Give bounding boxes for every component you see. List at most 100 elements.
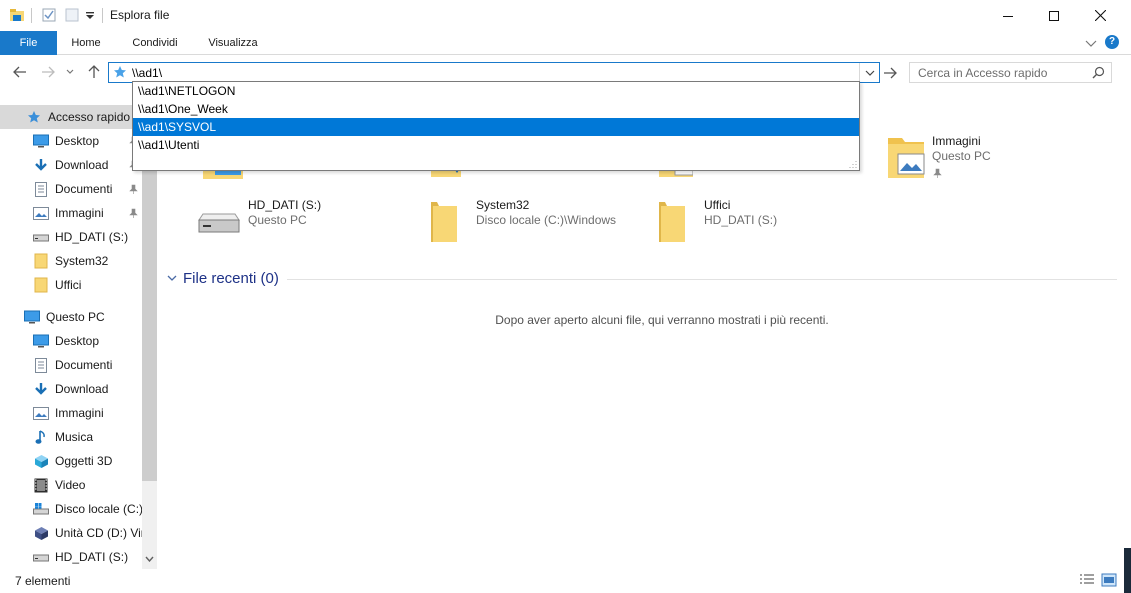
sidebar-item-pc-music[interactable]: Musica — [0, 425, 142, 449]
sidebar-item-label: Immagini — [55, 406, 104, 420]
back-button[interactable] — [10, 62, 30, 82]
tab-share[interactable]: Condividi — [124, 31, 186, 55]
sidebar-item-label: Desktop — [55, 334, 100, 348]
resize-grip-icon[interactable] — [849, 160, 857, 168]
pin-icon[interactable] — [129, 207, 138, 221]
forward-button[interactable] — [38, 62, 58, 82]
drive-icon — [33, 549, 49, 565]
sidebar-item-desktop[interactable]: Desktop — [0, 129, 142, 153]
desktop-edge — [1124, 548, 1131, 593]
close-button[interactable] — [1077, 0, 1123, 31]
desktop-icon — [33, 333, 49, 349]
cube-3d-icon — [33, 453, 49, 469]
recent-files-header[interactable]: File recenti (0) — [167, 270, 279, 287]
tile-system32[interactable]: System32 Disco locale (C:)\Windows — [427, 198, 647, 254]
go-arrow-icon — [884, 67, 897, 79]
search-icon[interactable] — [1092, 66, 1105, 82]
chevron-down-icon — [66, 69, 74, 74]
new-folder-icon[interactable] — [64, 7, 80, 26]
folder-icon — [33, 253, 49, 269]
sidebar-scrollbar[interactable] — [142, 105, 157, 569]
sidebar-item-label: HD_DATI (S:) — [55, 230, 129, 244]
suggestion-item[interactable]: \\ad1\One_Week — [133, 100, 859, 118]
sidebar-item-pc-hd-dati[interactable]: HD_DATI (S:) — [0, 545, 142, 569]
pictures-icon — [33, 205, 49, 221]
star-icon — [113, 65, 127, 82]
sidebar-item-pc-download[interactable]: Download — [0, 377, 142, 401]
sidebar-item-quick-access[interactable]: Accesso rapido — [0, 105, 142, 129]
sidebar-item-pc-desktop[interactable]: Desktop — [0, 329, 142, 353]
sidebar-item-hd-dati[interactable]: HD_DATI (S:) — [0, 225, 142, 249]
sidebar-item-label: Video — [55, 478, 86, 492]
chevron-down-icon — [167, 275, 177, 281]
sidebar-item-label: Unità CD (D:) Vir — [55, 526, 142, 540]
up-button[interactable] — [84, 62, 104, 82]
help-icon[interactable]: ? — [1105, 35, 1119, 49]
go-button[interactable] — [882, 65, 898, 81]
address-suggestions: \\ad1\NETLOGON \\ad1\One_Week \\ad1\SYSV… — [132, 81, 860, 171]
toolbar-divider — [31, 8, 32, 23]
download-icon — [33, 381, 49, 397]
maximize-button[interactable] — [1031, 0, 1077, 31]
sidebar-item-pc-local-disk[interactable]: Disco locale (C:) — [0, 497, 142, 521]
sidebar-item-label: Immagini — [55, 206, 104, 220]
sidebar-item-label: System32 — [55, 254, 109, 268]
sidebar-item-pc-video[interactable]: Video — [0, 473, 142, 497]
music-icon — [33, 429, 49, 445]
tile-uffici[interactable]: Uffici HD_DATI (S:) — [655, 198, 875, 254]
address-bar[interactable] — [108, 62, 880, 83]
scroll-down-icon[interactable] — [145, 551, 154, 565]
address-input[interactable] — [132, 63, 852, 82]
sidebar-item-documents[interactable]: Documenti — [0, 177, 142, 201]
sidebar-item-label: Musica — [55, 430, 94, 444]
properties-icon[interactable] — [41, 7, 57, 26]
customize-toolbar-icon[interactable] — [85, 10, 95, 24]
tile-pictures[interactable]: Immagini Questo PC — [886, 134, 1106, 190]
tab-home[interactable]: Home — [63, 31, 109, 55]
empty-recent-message: Dopo aver aperto alcuni file, qui verran… — [495, 313, 829, 327]
computer-icon — [24, 309, 40, 325]
sidebar-item-this-pc[interactable]: Questo PC — [0, 305, 142, 329]
file-explorer-icon — [9, 7, 25, 26]
recent-locations-button[interactable] — [63, 62, 77, 82]
suggestion-item[interactable]: \\ad1\Utenti — [133, 136, 859, 154]
tab-file[interactable]: File — [0, 31, 57, 55]
expand-ribbon-icon[interactable] — [1085, 37, 1097, 51]
large-icons-view-icon[interactable] — [1101, 573, 1117, 587]
search-box[interactable] — [909, 62, 1112, 83]
folder-icon — [431, 202, 457, 242]
tile-hd-dati[interactable]: HD_DATI (S:) Questo PC — [195, 198, 415, 254]
pin-icon[interactable] — [129, 183, 138, 197]
sidebar-item-label: Download — [55, 158, 109, 172]
sidebar-item-download[interactable]: Download — [0, 153, 142, 177]
drive-icon — [198, 213, 240, 233]
address-history-button[interactable] — [859, 63, 879, 82]
sidebar-item-pc-3d-objects[interactable]: Oggetti 3D — [0, 449, 142, 473]
content-pane: Immagini Questo PC HD_DATI (S:) Questo P… — [157, 105, 1131, 569]
pictures-icon — [33, 405, 49, 421]
tile-name: HD_DATI (S:) — [248, 198, 322, 212]
minimize-icon — [1003, 15, 1013, 17]
sidebar-item-system32[interactable]: System32 — [0, 249, 142, 273]
tile-subtitle: HD_DATI (S:) — [704, 213, 778, 227]
back-arrow-icon — [13, 66, 26, 78]
sidebar-item-pictures[interactable]: Immagini — [0, 201, 142, 225]
suggestion-item-highlighted[interactable]: \\ad1\SYSVOL — [133, 118, 859, 136]
sidebar-item-uffici[interactable]: Uffici — [0, 273, 142, 297]
tab-view[interactable]: Visualizza — [201, 31, 265, 55]
sidebar-item-label: Disco locale (C:) — [55, 502, 142, 516]
sidebar-item-pc-documents[interactable]: Documenti — [0, 353, 142, 377]
pin-icon[interactable] — [933, 168, 942, 178]
sidebar-item-pc-cd-drive[interactable]: Unità CD (D:) Vir — [0, 521, 142, 545]
details-view-icon[interactable] — [1079, 573, 1095, 587]
tile-name: Immagini — [932, 134, 981, 148]
sidebar-item-pc-pictures[interactable]: Immagini — [0, 401, 142, 425]
minimize-button[interactable] — [985, 0, 1031, 31]
suggestion-item[interactable]: \\ad1\NETLOGON — [133, 82, 859, 100]
documents-icon — [33, 181, 49, 197]
sidebar-item-label: HD_DATI (S:) — [55, 550, 129, 564]
search-input[interactable] — [918, 63, 1088, 82]
sidebar-item-label: Oggetti 3D — [55, 454, 113, 468]
status-bar: 7 elementi — [0, 569, 1131, 593]
item-count: 7 elementi — [15, 574, 71, 588]
